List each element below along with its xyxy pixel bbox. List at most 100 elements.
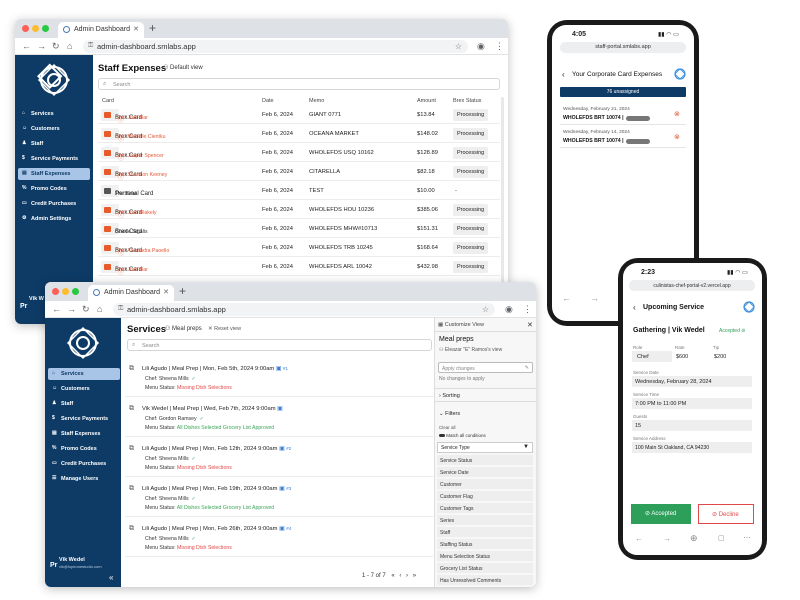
back-icon[interactable]: ‹: [633, 303, 636, 312]
card-chip[interactable]: Personal Card The Bear: [101, 185, 153, 197]
browser-tab[interactable]: Admin Dashboard ✕: [88, 285, 174, 301]
new-tab-button[interactable]: +: [149, 21, 156, 35]
bookmark-star-icon[interactable]: ☆: [455, 42, 462, 51]
last-page-icon[interactable]: »: [413, 573, 416, 579]
sidebar-item-customers[interactable]: ☺ Customers: [18, 123, 90, 135]
maximize-window-dot[interactable]: [42, 25, 49, 32]
reset-view-button[interactable]: ✕ Reset view: [208, 326, 241, 332]
filter-field-select[interactable]: Service Type ▼: [437, 442, 533, 453]
more-menu-icon[interactable]: ⋮: [495, 41, 504, 52]
filters-section[interactable]: ⌄ Filters: [435, 409, 536, 421]
filter-field-option[interactable]: Service Status: [437, 455, 533, 466]
filter-field-option[interactable]: Staff: [437, 527, 533, 538]
filter-field-option[interactable]: Grocery List Status: [437, 563, 533, 574]
forward-icon[interactable]: →: [67, 304, 76, 314]
card-chip[interactable]: Brex Card Giselle Sigalis: [101, 223, 148, 235]
card-chip[interactable]: Brex Card Chef Josh Blakely ⓘ: [101, 204, 157, 219]
table-row[interactable]: Brex Card Chef Josh Blakely ⓘ Feb 6, 2024 W…: [98, 201, 500, 219]
sidebar-item-credit-purchases[interactable]: ▭ Credit Purchases: [18, 198, 90, 210]
prev-page-icon[interactable]: ‹: [399, 573, 401, 579]
card-chip[interactable]: Brex Card Chef Alexandra Paoello ⓘ: [101, 242, 169, 257]
sidebar-item-service-payments[interactable]: $ Service Payments: [18, 153, 90, 165]
apply-changes-button[interactable]: Apply changes ✎: [438, 362, 533, 373]
sidebar-item-services[interactable]: ⌂ Services: [48, 368, 120, 380]
profile-icon[interactable]: ◉: [505, 304, 513, 315]
open-external-icon[interactable]: ⧉: [129, 405, 134, 413]
sidebar-item-promo-codes[interactable]: % Promo Codes: [18, 183, 90, 195]
new-tab-icon[interactable]: ⊕: [690, 533, 698, 544]
collapse-sidebar-button[interactable]: «: [109, 573, 113, 582]
card-chip[interactable]: Brex Card Chef Jasper Spencer ⓘ: [101, 147, 164, 162]
sidebar-item-staff-expenses[interactable]: ▤ Staff Expenses: [48, 428, 120, 440]
filter-field-option[interactable]: Series: [437, 515, 533, 526]
back-icon[interactable]: ‹: [562, 70, 565, 79]
close-tab-icon[interactable]: ✕: [133, 25, 139, 33]
more-icon[interactable]: ⋯: [743, 533, 751, 542]
site-info-icon[interactable]: ⚿: [88, 42, 93, 50]
filter-field-option[interactable]: Service Date: [437, 467, 533, 478]
browser-forward-icon[interactable]: →: [590, 293, 599, 303]
table-row[interactable]: Brex Card Chef Jasper Spencer ⓘ Feb 6, 202…: [98, 144, 500, 162]
open-external-icon[interactable]: ⧉: [129, 525, 134, 533]
open-external-icon[interactable]: ⧉: [129, 445, 134, 453]
accept-button[interactable]: ⊘ Accepted: [631, 504, 691, 524]
warning-icon[interactable]: ⊗: [674, 110, 680, 118]
card-chip[interactable]: Brex Card Chef Michelle Cientku ⓘ: [101, 128, 165, 143]
browser-forward-icon[interactable]: →: [663, 534, 671, 543]
browser-tab[interactable]: Admin Dashboard ✕: [58, 22, 144, 38]
url-field[interactable]: staff-portal.smlabs.app: [560, 42, 686, 53]
service-row[interactable]: ⧉ Lili Agudo | Meal Prep | Mon, Feb 12th,…: [125, 438, 433, 477]
browser-back-icon[interactable]: ←: [635, 534, 643, 543]
close-window-dot[interactable]: [52, 288, 59, 295]
table-row[interactable]: Brex Card Chef Josh Bar ⓘ Feb 6, 2024 WHOLE…: [98, 258, 500, 276]
view-selector[interactable]: ⚇ Meal preps: [165, 325, 202, 332]
forward-icon[interactable]: →: [37, 41, 46, 51]
match-all-toggle[interactable]: Match all conditions: [439, 433, 486, 438]
card-chip[interactable]: Brex Card Chef Josh Bar ⓘ: [101, 261, 148, 276]
sidebar-item-service-payments[interactable]: $ Service Payments: [48, 413, 120, 425]
url-field[interactable]: ⚿ admin-dashboard.smlabs.app ☆: [113, 303, 495, 316]
view-selector[interactable]: ⚇ Default view: [163, 64, 203, 71]
home-icon[interactable]: ⌂: [97, 304, 102, 314]
sidebar-item-services[interactable]: ⌂ Services: [18, 108, 90, 120]
sidebar-item-manage-users[interactable]: ☰ Manage Users: [48, 473, 120, 485]
filter-field-option[interactable]: Has Unresolved Comments: [437, 575, 533, 586]
more-menu-icon[interactable]: ⋮: [523, 304, 532, 315]
reload-icon[interactable]: ↻: [82, 304, 90, 315]
url-field[interactable]: culinistas-chef-portal-v2.vercel.app: [629, 280, 755, 291]
open-external-icon[interactable]: ⧉: [129, 485, 134, 493]
open-external-icon[interactable]: ⧉: [129, 365, 134, 373]
minimize-window-dot[interactable]: [32, 25, 39, 32]
search-input[interactable]: ⌕ Search: [127, 339, 432, 351]
site-info-icon[interactable]: ⚿: [118, 305, 123, 313]
next-page-icon[interactable]: ›: [406, 573, 408, 579]
maximize-window-dot[interactable]: [72, 288, 79, 295]
close-panel-icon[interactable]: ✕: [527, 321, 533, 329]
card-chip[interactable]: Brex Card Chef Josh Bar ⓘ: [101, 109, 148, 124]
clear-all-link[interactable]: Clear all: [439, 425, 456, 430]
sorting-section[interactable]: › Sorting: [435, 388, 536, 402]
new-tab-button[interactable]: +: [179, 284, 186, 298]
bookmark-star-icon[interactable]: ☆: [482, 305, 489, 314]
sidebar-item-promo-codes[interactable]: % Promo Codes: [48, 443, 120, 455]
filter-field-option[interactable]: Customer: [437, 479, 533, 490]
reload-icon[interactable]: ↻: [52, 41, 60, 52]
service-row[interactable]: ⧉ Lili Agudo | Meal Prep | Mon, Feb 26th,…: [125, 518, 433, 557]
table-row[interactable]: Brex Card Chef Michelle Cientku ⓘ Feb 6, 2…: [98, 125, 500, 143]
sidebar-item-credit-purchases[interactable]: ▭ Credit Purchases: [48, 458, 120, 470]
search-input[interactable]: ⌕ Search: [98, 78, 500, 90]
expense-card[interactable]: Wednesday, February 14, 2024 WHOLEFDS BRT…: [560, 127, 686, 148]
url-field[interactable]: ⚿ admin-dashboard.smlabs.app ☆: [83, 40, 468, 53]
sidebar-item-staff[interactable]: ♟ Staff: [48, 398, 120, 410]
back-icon[interactable]: ←: [52, 304, 61, 314]
filter-field-option[interactable]: Menu Selection Status: [437, 551, 533, 562]
close-window-dot[interactable]: [22, 25, 29, 32]
table-row[interactable]: Brex Card Chef Alexandra Paoello ⓘ Feb 6, …: [98, 239, 500, 257]
service-row[interactable]: ⧉ Vik Wedel | Meal Prep | Wed, Feb 7th, 2…: [125, 398, 433, 437]
browser-back-icon[interactable]: ←: [562, 293, 571, 303]
first-page-icon[interactable]: «: [391, 573, 394, 579]
table-row[interactable]: Brex Card Giselle Sigalis Feb 6, 2024 WHOL…: [98, 220, 500, 238]
sidebar-item-staff-expenses[interactable]: ▤ Staff Expenses: [18, 168, 90, 180]
decline-button[interactable]: ⊘ Decline: [698, 504, 754, 524]
table-row[interactable]: Brex Card Chef Josh Bar ⓘ Feb 6, 2024 GIANT…: [98, 106, 500, 124]
